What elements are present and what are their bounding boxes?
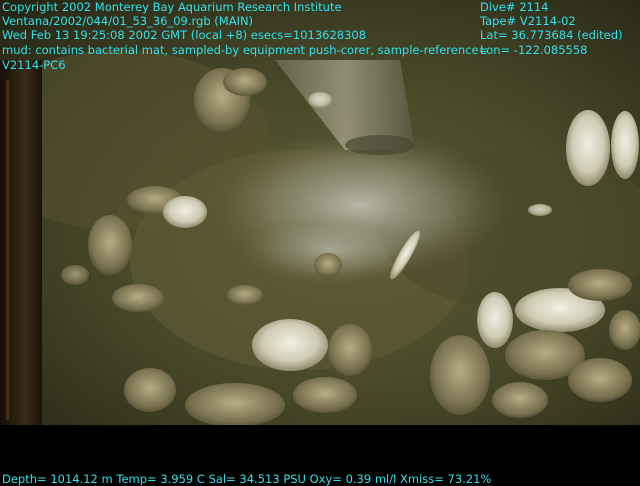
clam-shell	[528, 204, 552, 216]
clam-shell	[293, 377, 357, 413]
clam-shell	[430, 335, 490, 415]
latitude-text: Lat= 36.773684 (edited)	[480, 28, 623, 42]
clam-shell	[112, 284, 164, 312]
video-frame: Copyright 2002 Monterey Bay Aquarium Res…	[0, 0, 640, 486]
clam-shell	[223, 68, 267, 96]
clam-shell	[163, 196, 207, 228]
telemetry-text: Depth= 1014.12 m Temp= 3.959 C Sal= 34.5…	[2, 472, 492, 486]
seafloor-illustration	[0, 50, 640, 425]
clam-shell	[185, 383, 285, 425]
clam-shell	[492, 382, 548, 418]
clam-shell	[566, 110, 610, 186]
seafloor-scene	[0, 0, 640, 425]
file-name-text: Ventana/2002/044/01_53_36_09.rgb (MAIN)	[2, 14, 254, 28]
manipulator-arm-highlight	[6, 80, 9, 420]
clam-shell	[568, 358, 632, 402]
clam-shell	[308, 92, 332, 108]
sample-id-text: V2114-PC6	[2, 58, 66, 72]
tape-number-text: Tape# V2114-02	[480, 14, 576, 28]
dive-number-text: Dive# 2114	[480, 0, 549, 14]
annotation-text: mud: contains bacterial mat, sampled-by …	[2, 43, 489, 57]
clam-shell	[61, 265, 89, 285]
clam-shell	[227, 285, 263, 305]
clam-shell	[611, 111, 639, 179]
clam-shell	[124, 368, 176, 412]
clam-shell	[252, 319, 328, 371]
copyright-text: Copyright 2002 Monterey Bay Aquarium Res…	[2, 0, 342, 14]
datetime-text: Wed Feb 13 19:25:08 2002 GMT (local +8) …	[2, 28, 367, 42]
clam-shell	[314, 253, 342, 277]
clam-shell	[88, 215, 132, 275]
clam-shell	[328, 324, 372, 376]
clam-shell	[568, 269, 632, 301]
clam-shell	[477, 292, 513, 348]
longitude-text: Lon= -122.085558	[480, 43, 588, 57]
push-corer-base	[345, 135, 415, 155]
clam-shell	[609, 310, 640, 350]
